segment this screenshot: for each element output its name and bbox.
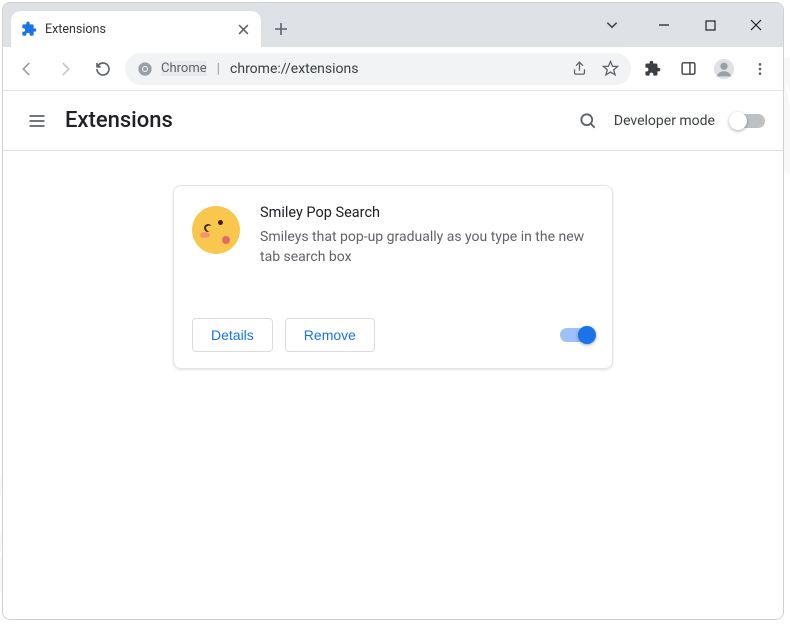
chrome-logo-icon: [137, 61, 153, 77]
tab-extensions[interactable]: Extensions: [11, 11, 261, 47]
developer-mode-toggle[interactable]: [731, 114, 765, 128]
extension-enable-toggle[interactable]: [560, 328, 594, 342]
new-tab-button[interactable]: [267, 15, 295, 43]
tab-title: Extensions: [45, 22, 227, 37]
side-panel-icon[interactable]: [673, 54, 703, 84]
titlebar: Extensions: [3, 3, 783, 47]
profile-avatar[interactable]: [709, 54, 739, 84]
back-button[interactable]: [11, 53, 43, 85]
content-area: Smiley Pop Search Smileys that pop-up gr…: [3, 151, 783, 619]
page-header: Extensions Developer mode: [3, 91, 783, 151]
kebab-menu-icon[interactable]: [745, 54, 775, 84]
hamburger-menu-icon[interactable]: [21, 105, 53, 137]
chevron-down-icon[interactable]: [589, 8, 635, 42]
details-button[interactable]: Details: [192, 318, 273, 352]
url-text: chrome://extensions: [230, 61, 358, 77]
page-title: Extensions: [65, 108, 173, 133]
reload-button[interactable]: [87, 53, 119, 85]
close-icon[interactable]: [235, 21, 251, 37]
origin-label: Chrome: [161, 61, 207, 76]
extensions-puzzle-icon[interactable]: [637, 54, 667, 84]
puzzle-icon: [21, 21, 37, 37]
extension-name: Smiley Pop Search: [260, 204, 594, 221]
address-bar: Chrome | chrome://extensions: [3, 47, 783, 91]
forward-button[interactable]: [49, 53, 81, 85]
extension-description: Smileys that pop-up gradually as you typ…: [260, 227, 594, 268]
developer-mode-label: Developer mode: [614, 113, 715, 129]
search-icon[interactable]: [578, 111, 598, 131]
share-icon[interactable]: [571, 60, 588, 77]
extension-card: Smiley Pop Search Smileys that pop-up gr…: [173, 185, 613, 369]
extension-icon: [192, 206, 240, 254]
window-controls: [589, 3, 783, 47]
bookmark-star-icon[interactable]: [602, 60, 619, 77]
separator: |: [217, 61, 220, 77]
remove-button[interactable]: Remove: [285, 318, 375, 352]
close-window-button[interactable]: [733, 8, 779, 42]
maximize-button[interactable]: [687, 8, 733, 42]
minimize-button[interactable]: [641, 8, 687, 42]
omnibox[interactable]: Chrome | chrome://extensions: [125, 53, 631, 85]
